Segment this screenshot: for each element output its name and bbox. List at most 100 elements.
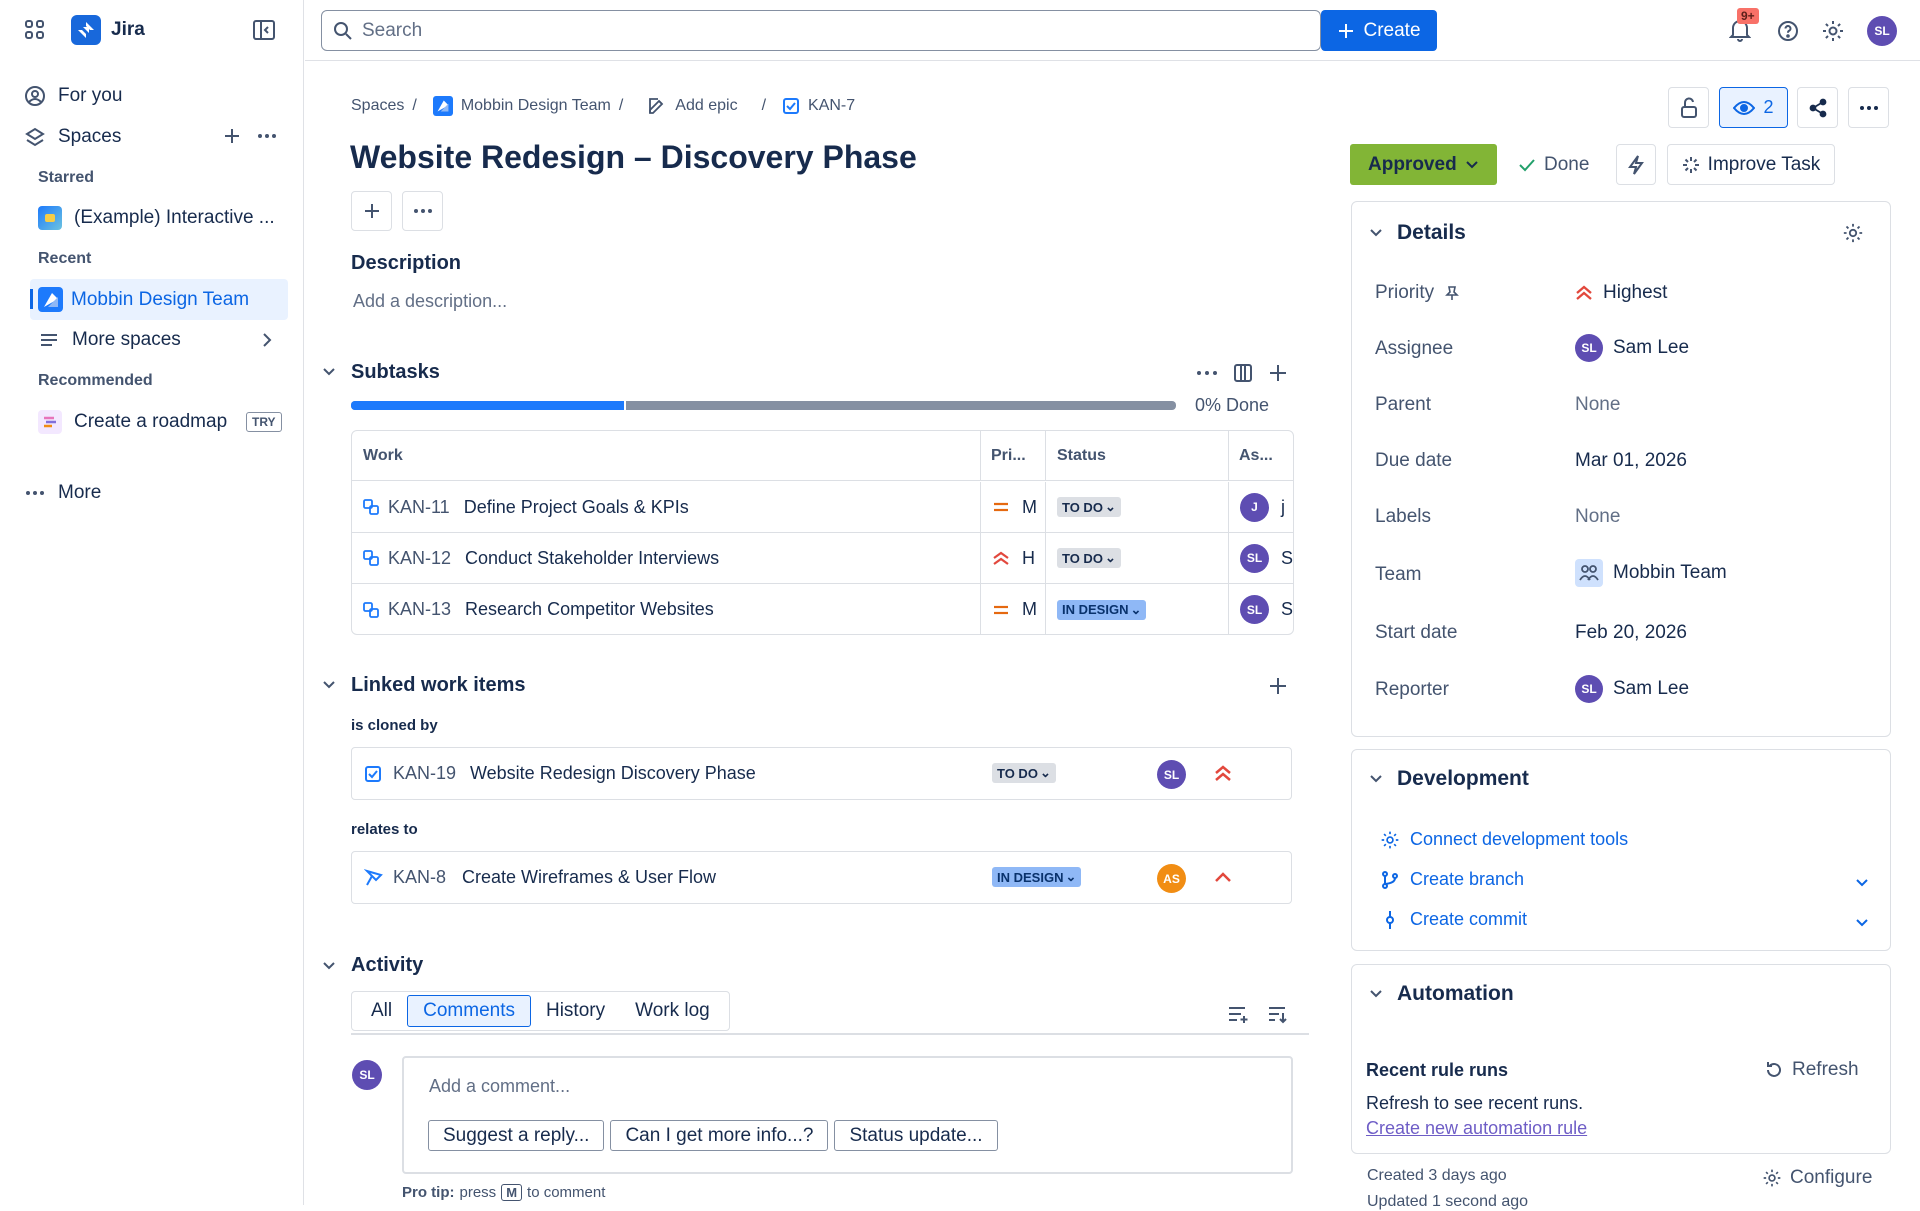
issue-title[interactable]: Website Redesign – Discovery Phase	[350, 139, 917, 176]
nav-spaces[interactable]: Spaces	[24, 126, 121, 148]
lock-button[interactable]	[1668, 87, 1709, 128]
linked-item-summary[interactable]: Website Redesign Discovery Phase	[470, 763, 756, 784]
assignee-value[interactable]: SL Sam Lee	[1575, 334, 1689, 362]
priority-cell[interactable]: M	[992, 584, 1037, 634]
table-row[interactable]: KAN-12 Conduct Stakeholder Interviews H TO …	[352, 533, 1293, 584]
add-button[interactable]	[351, 191, 392, 231]
jira-logo[interactable]: Jira	[71, 15, 145, 45]
subtask-summary[interactable]: Define Project Goals & KPIs	[464, 497, 689, 518]
subtask-key[interactable]: KAN-12	[388, 548, 451, 569]
more-info-button[interactable]: Can I get more info...?	[610, 1120, 829, 1151]
status-lozenge[interactable]: IN DESIGN ⌄	[992, 867, 1082, 887]
reporter-value[interactable]: SL Sam Lee	[1575, 675, 1689, 703]
more-actions-button[interactable]	[1848, 87, 1889, 128]
comment-box[interactable]: Add a comment... Suggest a reply... Can …	[402, 1056, 1293, 1174]
column-priority[interactable]: Pri...	[991, 431, 1026, 480]
column-work[interactable]: Work	[363, 431, 403, 480]
pin-icon[interactable]	[1445, 285, 1460, 301]
collapse-subtasks-icon[interactable]	[321, 365, 337, 379]
improve-task-button[interactable]: Improve Task	[1667, 144, 1835, 185]
add-link-icon[interactable]	[1268, 676, 1288, 696]
subtask-key[interactable]: KAN-11	[388, 497, 450, 518]
done-button[interactable]: Done	[1518, 144, 1589, 185]
starred-space-item[interactable]: (Example) Interactive ...	[38, 206, 275, 230]
assignee-cell[interactable]: SL S	[1240, 533, 1293, 583]
create-rule-link[interactable]: Create new automation rule	[1366, 1118, 1587, 1139]
assignee-avatar[interactable]: SL	[1157, 760, 1186, 789]
app-switcher-icon[interactable]	[24, 19, 46, 41]
assignee-avatar[interactable]: AS	[1157, 864, 1186, 893]
status-update-button[interactable]: Status update...	[834, 1120, 998, 1151]
configure-button[interactable]: Configure	[1762, 1167, 1872, 1189]
more-spaces-item[interactable]: More spaces	[38, 329, 181, 351]
create-button[interactable]: Create	[1321, 10, 1437, 51]
recent-space-item[interactable]: Mobbin Design Team	[30, 279, 288, 320]
table-row[interactable]: KAN-13 Research Competitor Websites M IN DE…	[352, 584, 1293, 634]
labels-value[interactable]: None	[1575, 506, 1620, 528]
add-subtask-icon[interactable]	[1268, 363, 1288, 383]
priority-cell[interactable]: M	[992, 482, 1037, 532]
create-branch-link[interactable]: Create branch	[1380, 869, 1524, 890]
start-date-value[interactable]: Feb 20, 2026	[1575, 622, 1687, 644]
status-lozenge[interactable]: TO DO ⌄	[992, 763, 1056, 783]
create-commit-link[interactable]: Create commit	[1380, 909, 1527, 930]
linked-item-summary[interactable]: Create Wireframes & User Flow	[462, 867, 716, 888]
tab-history[interactable]: History	[531, 996, 620, 1026]
team-value[interactable]: Mobbin Team	[1575, 559, 1727, 587]
suggest-reply-button[interactable]: Suggest a reply...	[428, 1120, 605, 1151]
table-row[interactable]: KAN-11 Define Project Goals & KPIs M TO DO ⌄…	[352, 482, 1293, 533]
status-dropdown[interactable]: Approved	[1350, 144, 1497, 185]
linked-item-key[interactable]: KAN-19	[393, 763, 456, 784]
column-status[interactable]: Status	[1057, 431, 1106, 480]
profile-avatar[interactable]: SL	[1867, 16, 1897, 46]
tab-work-log[interactable]: Work log	[620, 996, 725, 1026]
title-more-button[interactable]	[402, 191, 443, 231]
linked-item-key[interactable]: KAN-8	[393, 867, 446, 888]
share-button[interactable]	[1797, 87, 1838, 128]
spaces-more-icon[interactable]	[256, 126, 278, 146]
create-roadmap-item[interactable]: Create a roadmap	[38, 410, 227, 434]
settings-icon[interactable]	[1821, 19, 1845, 43]
automation-trigger-button[interactable]	[1616, 144, 1656, 185]
breadcrumb-issue-key[interactable]: KAN-7	[808, 97, 855, 115]
priority-value[interactable]: Highest	[1575, 282, 1667, 304]
status-lozenge[interactable]: TO DO ⌄	[1057, 548, 1121, 568]
description-input[interactable]: Add a description...	[353, 291, 507, 312]
chevron-down-icon[interactable]	[1854, 917, 1870, 929]
refresh-button[interactable]: Refresh	[1764, 1059, 1859, 1081]
subtasks-more-icon[interactable]	[1195, 363, 1219, 383]
collapse-automation-icon[interactable]	[1368, 987, 1384, 1001]
subtask-key[interactable]: KAN-13	[388, 599, 451, 620]
collapse-activity-icon[interactable]	[321, 959, 337, 973]
collapse-details-icon[interactable]	[1368, 226, 1384, 240]
columns-icon[interactable]	[1233, 363, 1253, 383]
chevron-right-icon[interactable]	[260, 331, 274, 349]
filter-list-icon[interactable]	[1227, 1004, 1249, 1024]
breadcrumb-add-epic[interactable]: Add epic	[675, 97, 737, 115]
status-lozenge[interactable]: TO DO ⌄	[1057, 497, 1121, 517]
add-space-icon[interactable]	[222, 126, 242, 146]
help-icon[interactable]	[1776, 19, 1800, 43]
nav-more[interactable]: More	[24, 482, 101, 504]
tab-all[interactable]: All	[356, 996, 407, 1026]
watch-button[interactable]: 2	[1719, 87, 1788, 128]
linked-item-card[interactable]: KAN-8 Create Wireframes & User Flow IN D…	[351, 851, 1292, 904]
due-date-value[interactable]: Mar 01, 2026	[1575, 450, 1687, 472]
details-settings-icon[interactable]	[1842, 222, 1864, 244]
nav-for-you[interactable]: For you	[24, 85, 122, 107]
parent-value[interactable]: None	[1575, 394, 1620, 416]
breadcrumb-spaces[interactable]: Spaces	[351, 97, 404, 115]
assignee-cell[interactable]: SL S	[1240, 584, 1293, 634]
collapse-sidebar-icon[interactable]	[252, 19, 276, 41]
assignee-cell[interactable]: Jj	[1240, 482, 1285, 532]
connect-dev-tools-link[interactable]: Connect development tools	[1380, 829, 1628, 850]
subtask-summary[interactable]: Research Competitor Websites	[465, 599, 714, 620]
sort-icon[interactable]	[1267, 1004, 1289, 1024]
chevron-down-icon[interactable]	[1854, 877, 1870, 889]
search-input[interactable]: Search	[321, 10, 1321, 51]
collapse-linked-icon[interactable]	[321, 678, 337, 692]
linked-item-card[interactable]: KAN-19 Website Redesign Discovery Phase …	[351, 747, 1292, 800]
tab-comments[interactable]: Comments	[407, 995, 531, 1027]
breadcrumb-team[interactable]: Mobbin Design Team	[461, 97, 611, 115]
column-assignee[interactable]: As...	[1239, 431, 1273, 480]
